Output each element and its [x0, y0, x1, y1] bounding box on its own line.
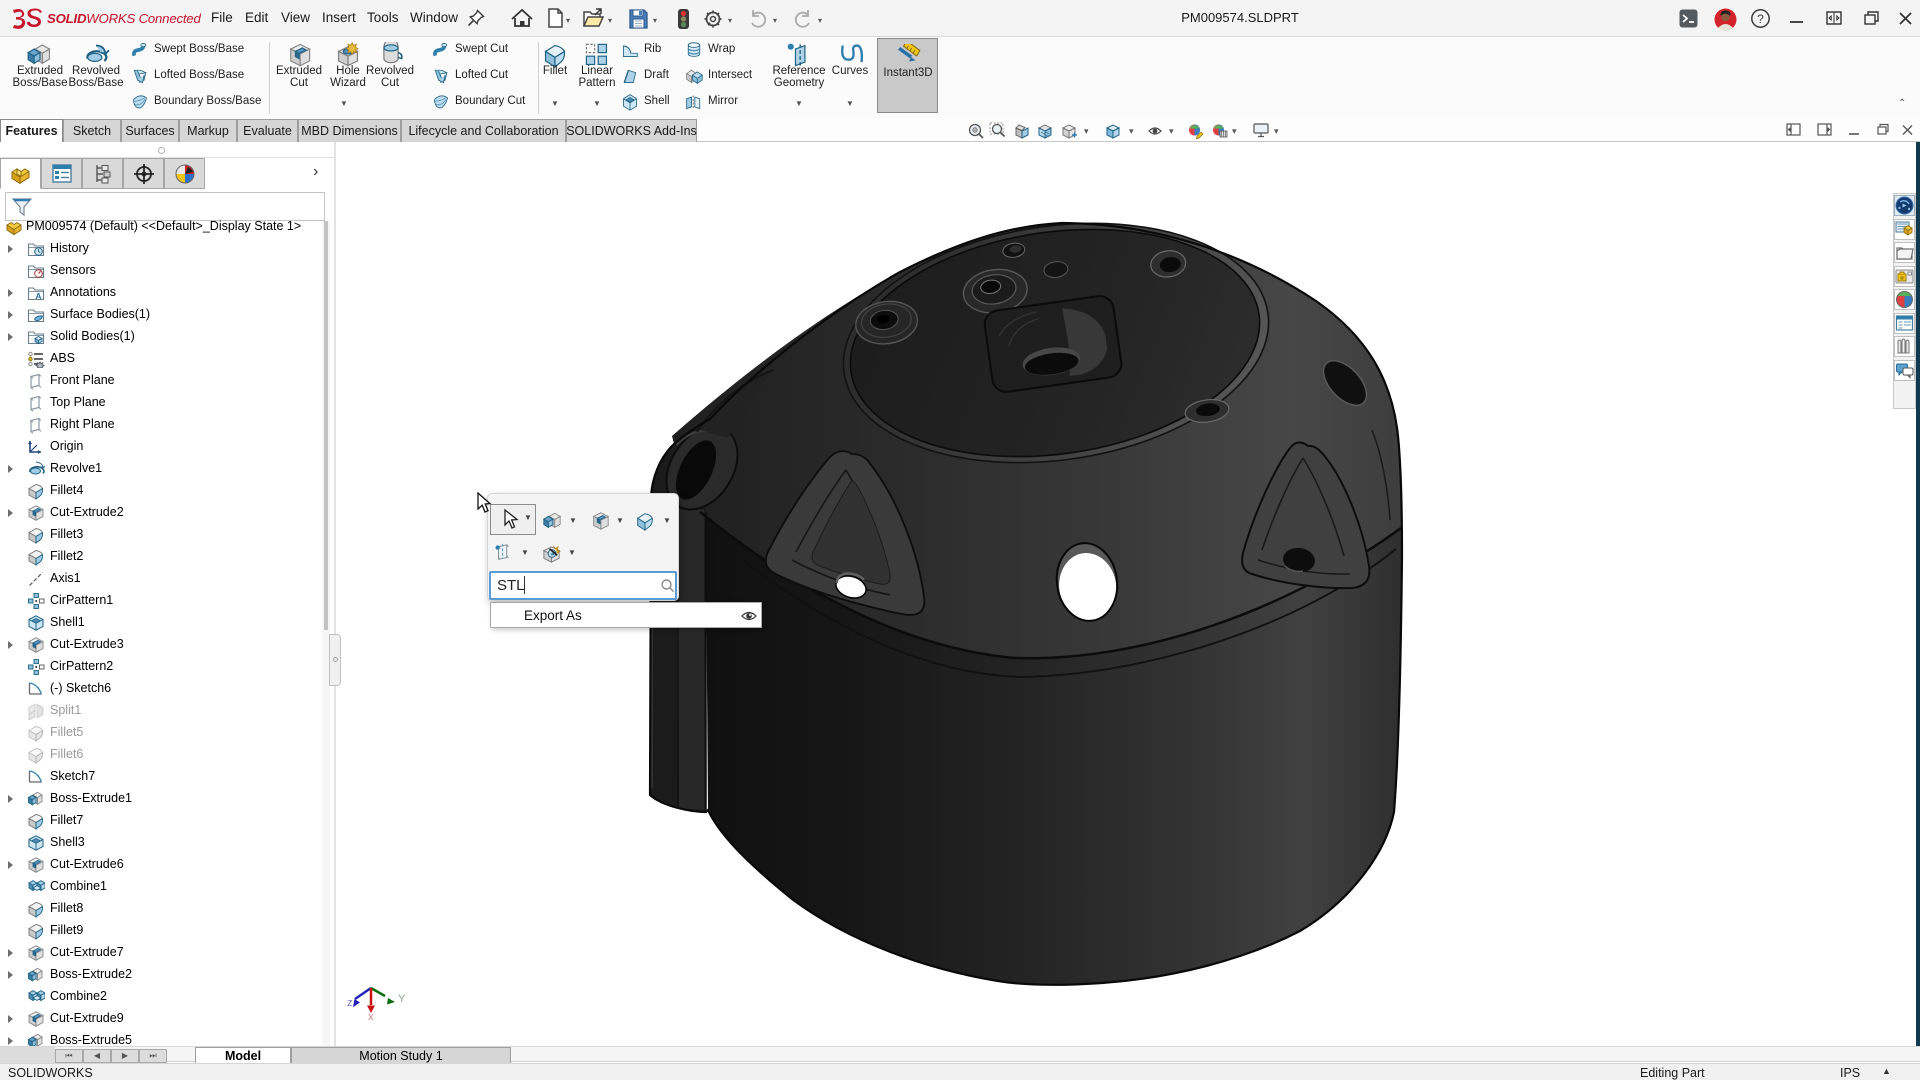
svg-text:Y: Y [398, 993, 406, 1005]
svg-text:SOLIDWORKS Connected: SOLIDWORKS Connected [47, 11, 201, 26]
svg-text:▾: ▾ [1084, 126, 1089, 136]
svg-text:z: z [347, 997, 353, 1009]
svg-text:▾: ▾ [566, 16, 570, 25]
svg-text:▾: ▾ [1169, 126, 1174, 136]
svg-text:▾: ▾ [1232, 126, 1237, 136]
svg-text:x: x [368, 1011, 374, 1023]
svg-text:▾: ▾ [773, 16, 777, 25]
svg-text:▾: ▾ [608, 16, 612, 25]
svg-text:▾: ▾ [1274, 126, 1279, 136]
svg-text:▾: ▾ [1129, 126, 1134, 136]
svg-text:?: ? [1757, 12, 1764, 26]
svg-text:▾: ▾ [728, 16, 732, 25]
svg-text:▾: ▾ [653, 16, 657, 25]
svg-text:▾: ▾ [818, 16, 822, 25]
